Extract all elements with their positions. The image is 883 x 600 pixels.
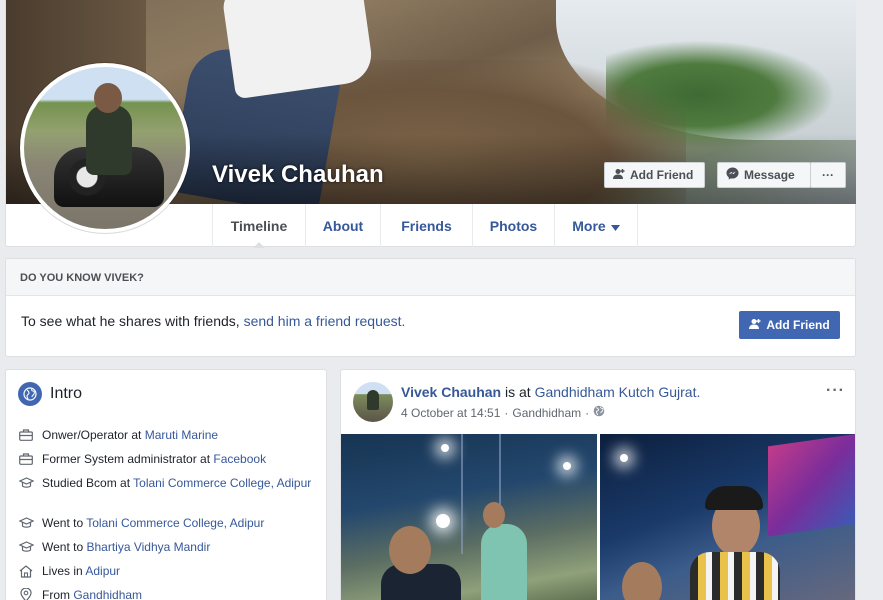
tab-friends[interactable]: Friends <box>380 204 472 247</box>
post-card: Vivek Chauhan is at Gandhidham Kutch Guj… <box>340 369 856 600</box>
profile-avatar[interactable] <box>20 63 190 233</box>
caret-down-icon <box>610 218 620 234</box>
intro-item: Lives in Adipur <box>18 563 318 579</box>
intro-item: Went to Bhartiya Vidhya Mandir <box>18 539 318 555</box>
intro-title: Intro <box>50 385 83 402</box>
intro-item-text: Went to <box>42 540 87 554</box>
post-meta: 4 October at 14:51 · Gandhidham · <box>401 405 605 420</box>
do-you-know-header: DO YOU KNOW VIVEK? <box>6 259 855 296</box>
intro-item: Former System administrator at Facebook <box>18 451 318 467</box>
intro-card: Intro Onwer/Operator at Maruti Marine Fo… <box>5 369 327 600</box>
post-date[interactable]: 4 October at 14:51 <box>401 406 500 420</box>
tab-timeline-label: Timeline <box>230 217 288 234</box>
tab-friends-label: Friends <box>401 217 452 234</box>
intro-item: Went to Tolani Commerce College, Adipur <box>18 515 318 531</box>
tab-about[interactable]: About <box>305 204 380 247</box>
add-friend-icon <box>613 168 625 183</box>
do-you-know-prefix: To see what he shares with friends, <box>21 313 244 329</box>
post-header: Vivek Chauhan is at Gandhidham Kutch Guj… <box>401 384 700 400</box>
intro-item-link[interactable]: Tolani Commerce College, Adipur <box>133 476 311 490</box>
intro-item-text: From <box>42 588 74 600</box>
intro-item: From Gandhidham <box>18 587 318 600</box>
message-label: Message <box>744 168 795 182</box>
do-you-know-text: To see what he shares with friends, send… <box>21 313 405 329</box>
graduation-cap-icon <box>18 539 34 555</box>
send-friend-request-link[interactable]: send him a friend request. <box>244 313 406 329</box>
tab-more[interactable]: More <box>554 204 638 247</box>
intro-item-link[interactable]: Maruti Marine <box>145 428 218 442</box>
profile-name[interactable]: Vivek Chauhan <box>212 161 384 189</box>
intro-item-link[interactable]: Gandhidham <box>73 588 142 600</box>
post-place-link[interactable]: Gandhidham Kutch Gujrat. <box>535 384 701 400</box>
add-friend-icon <box>749 318 761 333</box>
location-pin-icon <box>18 587 34 600</box>
do-you-know-card: DO YOU KNOW VIVEK? To see what he shares… <box>5 258 856 357</box>
home-icon <box>18 563 34 579</box>
post-action-text: is at <box>501 384 535 400</box>
post-author-avatar[interactable] <box>353 382 393 422</box>
intro-item-text: Lives in <box>42 564 86 578</box>
intro-item-text: Studied Bcom at <box>42 476 134 490</box>
intro-item-text: Went to <box>42 516 87 530</box>
add-friend-primary-label: Add Friend <box>766 318 830 332</box>
intro-item-text: Onwer/Operator at <box>42 428 145 442</box>
post-photo[interactable] <box>341 434 597 600</box>
intro-item-link[interactable]: Tolani Commerce College, Adipur <box>86 516 264 530</box>
tab-photos[interactable]: Photos <box>472 204 554 247</box>
intro-item: Studied Bcom at Tolani Commerce College,… <box>18 475 318 491</box>
intro-item-link[interactable]: Bhartiya Vidhya Mandir <box>86 540 210 554</box>
tab-more-label: More <box>572 217 606 234</box>
meta-separator: · <box>585 405 590 420</box>
tab-timeline[interactable]: Timeline <box>212 204 305 248</box>
post-location[interactable]: Gandhidham <box>512 406 581 420</box>
add-friend-label: Add Friend <box>630 168 694 182</box>
globe-privacy-icon[interactable] <box>593 405 605 420</box>
graduation-cap-icon <box>18 475 34 491</box>
add-friend-primary-button[interactable]: Add Friend <box>739 311 840 339</box>
profile-tabs: Timeline About Friends Photos More <box>212 204 638 248</box>
post-author-link[interactable]: Vivek Chauhan <box>401 384 501 400</box>
meta-separator: · <box>504 405 509 420</box>
briefcase-icon <box>18 427 34 443</box>
briefcase-icon <box>18 451 34 467</box>
message-button[interactable]: Message <box>717 162 811 188</box>
globe-icon <box>18 382 42 406</box>
intro-item-text: Former System administrator at <box>42 452 214 466</box>
intro-item: Onwer/Operator at Maruti Marine <box>18 427 318 443</box>
intro-item-link[interactable]: Adipur <box>85 564 120 578</box>
tab-about-label: About <box>322 217 364 234</box>
more-options-button[interactable]: ··· <box>810 162 846 188</box>
post-photo[interactable] <box>600 434 855 600</box>
intro-item-link[interactable]: Facebook <box>213 452 266 466</box>
graduation-cap-icon <box>18 515 34 531</box>
tab-photos-label: Photos <box>489 217 538 234</box>
add-friend-button[interactable]: Add Friend <box>604 162 705 188</box>
more-dots-icon: ··· <box>822 168 834 182</box>
post-options-button[interactable]: ··· <box>826 382 845 400</box>
messenger-icon <box>726 167 739 183</box>
